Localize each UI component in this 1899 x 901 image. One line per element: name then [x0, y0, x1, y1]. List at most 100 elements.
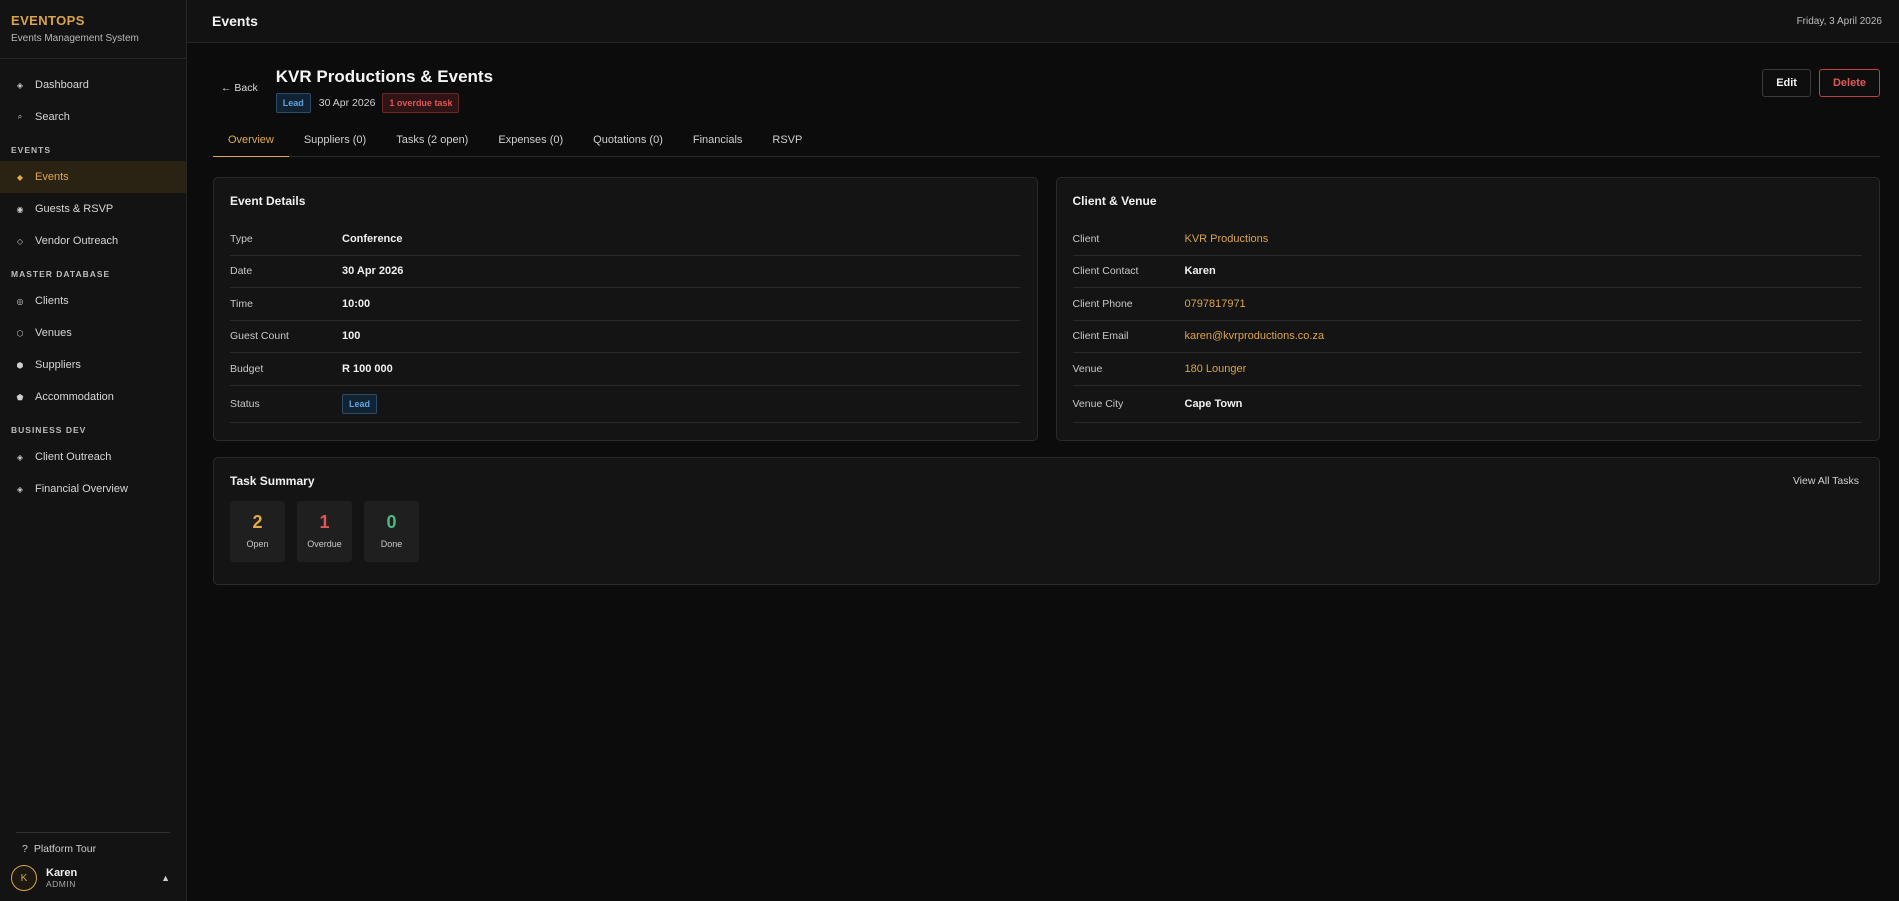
sidebar-item-client-outreach[interactable]: ◈ Client Outreach: [0, 441, 186, 473]
detail-label: Venue City: [1072, 397, 1124, 410]
overview-cards: Event Details Type Conference Date 30 Ap…: [213, 177, 1880, 441]
event-title: KVR Productions & Events: [275, 67, 494, 86]
brand-subtitle: Events Management System: [11, 33, 139, 44]
tab-rsvp[interactable]: RSVP: [757, 128, 817, 157]
stat-value: 0: [386, 512, 397, 532]
detail-value: 100: [342, 330, 361, 343]
task-stats: 2 Open 1 Overdue 0 Done: [230, 501, 1859, 562]
status-badge: Lead: [275, 93, 311, 113]
email-link[interactable]: karen@kvrproductions.co.za: [1185, 330, 1325, 342]
sidebar-item-label: Venues: [35, 327, 72, 339]
sidebar-item-clients[interactable]: ◎ Clients: [0, 285, 186, 317]
sidebar-nav: ◈ Dashboard ⌕ Search EVENTS ◆ Events ◉ G…: [0, 59, 186, 901]
sidebar-item-vendor-outreach[interactable]: ◇ Vendor Outreach: [0, 225, 186, 257]
brand: EVENTOPS Events Management System: [0, 0, 186, 59]
event-title-block: KVR Productions & Events Lead 30 Apr 202…: [275, 67, 494, 113]
page-title: Events: [212, 13, 258, 29]
current-date: Friday, 3 April 2026: [1796, 15, 1882, 27]
client-link[interactable]: KVR Productions: [1185, 233, 1269, 245]
tab-financials[interactable]: Financials: [678, 128, 758, 157]
user-info: Karen ADMIN: [46, 867, 161, 889]
help-icon: ?: [22, 843, 28, 855]
event-header: ← Back KVR Productions & Events Lead 30 …: [213, 67, 1880, 116]
phone-link[interactable]: 0797817971: [1185, 298, 1246, 310]
accommodation-icon: ⬟: [16, 392, 24, 402]
caret-up-icon[interactable]: ▲: [161, 873, 170, 883]
tab-quotations[interactable]: Quotations (0): [578, 128, 678, 157]
task-summary-header: Task Summary View All Tasks: [230, 474, 1859, 488]
sidebar-item-financial-overview[interactable]: ◈ Financial Overview: [0, 473, 186, 505]
stat-overdue[interactable]: 1 Overdue: [297, 501, 352, 562]
topbar: Events Friday, 3 April 2026: [187, 0, 1899, 43]
detail-row-client: Client KVR Productions: [1072, 223, 1862, 256]
detail-label: Venue: [1072, 362, 1103, 375]
stat-value: 2: [252, 512, 263, 532]
detail-value: 30 Apr 2026: [342, 265, 404, 278]
sidebar-item-dashboard[interactable]: ◈ Dashboard: [0, 69, 186, 101]
sidebar-item-search[interactable]: ⌕ Search: [0, 101, 186, 133]
sidebar-item-label: Suppliers: [35, 359, 81, 371]
event-meta: Lead 30 Apr 2026 1 overdue task: [275, 93, 493, 113]
tab-expenses[interactable]: Expenses (0): [483, 128, 578, 157]
user-name: Karen: [46, 867, 78, 879]
stat-value: 1: [319, 512, 330, 532]
user-menu[interactable]: K Karen ADMIN ▲: [11, 865, 175, 891]
main-area: Events Friday, 3 April 2026 ← Back KVR P…: [187, 0, 1899, 901]
sidebar-item-label: Search: [35, 111, 70, 123]
detail-label: Client Email: [1072, 330, 1129, 343]
sidebar-item-accommodation[interactable]: ⬟ Accommodation: [0, 381, 186, 413]
user-role: ADMIN: [46, 879, 76, 889]
back-link[interactable]: ← Back: [221, 82, 258, 94]
vendor-icon: ◇: [16, 236, 24, 246]
detail-row-budget: Budget R 100 000: [230, 353, 1020, 386]
tab-tasks[interactable]: Tasks (2 open): [381, 128, 483, 157]
detail-label: Client: [1072, 232, 1100, 245]
view-all-tasks-button[interactable]: View All Tasks: [1793, 475, 1859, 487]
delete-button[interactable]: Delete: [1818, 69, 1880, 97]
tab-suppliers[interactable]: Suppliers (0): [289, 128, 381, 157]
detail-row-time: Time 10:00: [230, 288, 1020, 321]
outreach-icon: ◈: [16, 452, 24, 462]
overdue-badge: 1 overdue task: [382, 93, 460, 113]
event-details-card: Event Details Type Conference Date 30 Ap…: [213, 177, 1038, 441]
venue-link[interactable]: 180 Lounger: [1185, 363, 1247, 375]
event-actions: Edit Delete: [1762, 69, 1880, 97]
sidebar-item-label: Vendor Outreach: [35, 235, 119, 247]
detail-row-guest-count: Guest Count 100: [230, 321, 1020, 353]
event-header-left: ← Back KVR Productions & Events Lead 30 …: [213, 67, 493, 113]
detail-label: Type: [230, 232, 253, 245]
section-events: EVENTS: [11, 145, 52, 155]
sidebar-item-suppliers[interactable]: ⬢ Suppliers: [0, 349, 186, 381]
detail-row-status: Status Lead: [230, 386, 1020, 423]
client-venue-card: Client & Venue Client KVR Productions Cl…: [1055, 177, 1880, 441]
detail-value: 10:00: [342, 297, 371, 310]
sidebar-item-label: Clients: [35, 295, 69, 307]
avatar: K: [11, 865, 37, 891]
stat-label: Overdue: [307, 539, 342, 549]
stat-label: Open: [246, 539, 269, 549]
stat-open[interactable]: 2 Open: [230, 501, 285, 562]
section-business-dev: BUSINESS DEV: [11, 425, 87, 435]
sidebar-item-guests-rsvp[interactable]: ◉ Guests & RSVP: [0, 193, 186, 225]
detail-label: Time: [230, 297, 253, 310]
sidebar-item-label: Events: [35, 171, 69, 183]
edit-button[interactable]: Edit: [1762, 69, 1811, 97]
stat-done[interactable]: 0 Done: [364, 501, 419, 562]
card-title: Client & Venue: [1072, 194, 1157, 208]
detail-value: Karen: [1184, 265, 1216, 278]
platform-tour-button[interactable]: ? Platform Tour: [16, 841, 170, 857]
tab-overview[interactable]: Overview: [213, 128, 289, 157]
sidebar-item-venues[interactable]: ⬡ Venues: [0, 317, 186, 349]
detail-label: Client Phone: [1072, 297, 1133, 310]
sidebar-footer: ? Platform Tour K Karen ADMIN ▲: [0, 832, 186, 901]
detail-label: Client Contact: [1072, 265, 1139, 278]
tour-wrapper: ? Platform Tour: [16, 832, 170, 857]
sidebar-item-label: Dashboard: [35, 79, 89, 91]
sidebar-item-events[interactable]: ◆ Events: [0, 161, 186, 193]
sidebar-item-label: Financial Overview: [35, 483, 128, 495]
suppliers-icon: ⬢: [16, 360, 24, 370]
detail-row-client-phone: Client Phone 0797817971: [1072, 288, 1862, 321]
sidebar-item-label: Accommodation: [35, 391, 114, 403]
brand-title: EVENTOPS: [11, 13, 85, 28]
detail-label: Date: [230, 265, 253, 278]
